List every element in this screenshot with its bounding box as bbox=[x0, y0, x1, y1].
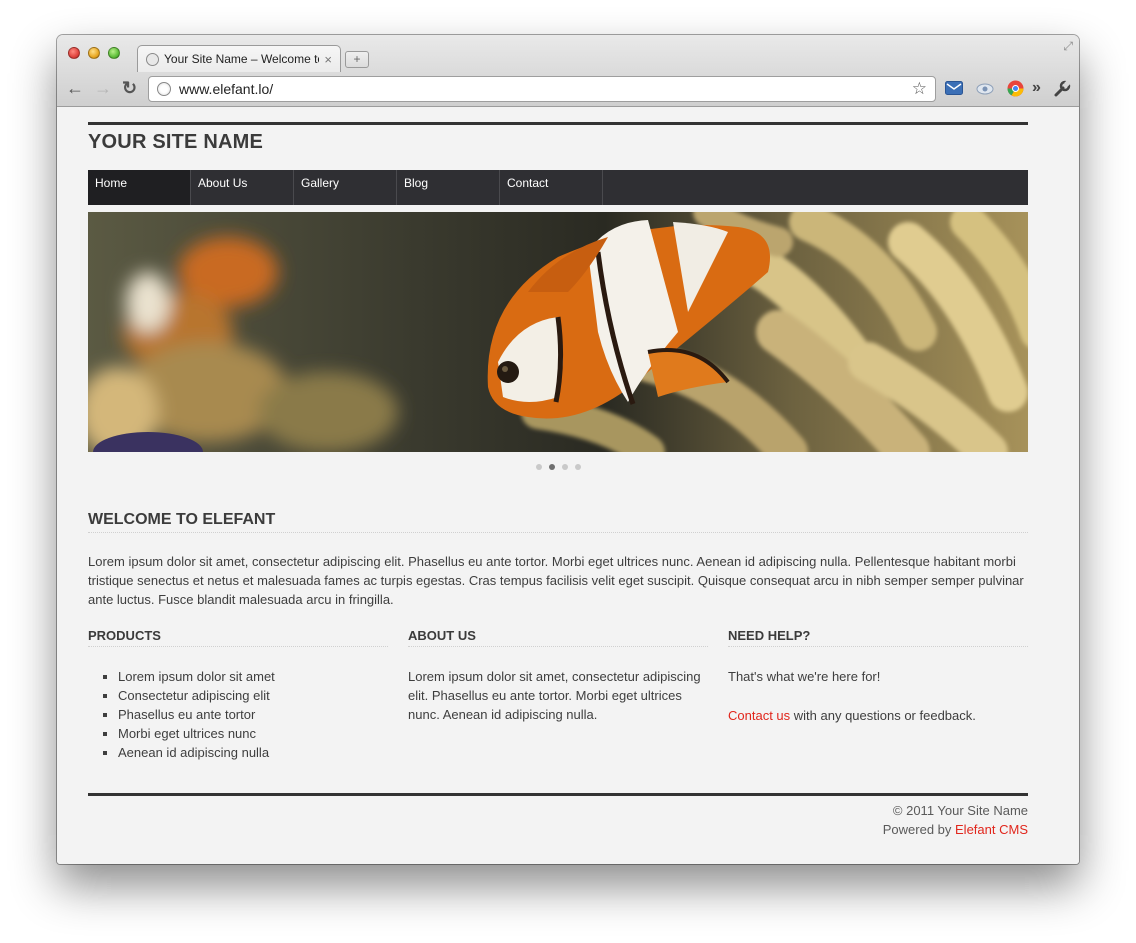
copyright-text: © 2011 Your Site Name bbox=[892, 803, 1028, 818]
main-navigation: Home About Us Gallery Blog Contact bbox=[88, 170, 1028, 205]
help-heading: NEED HELP? bbox=[728, 628, 1028, 647]
about-column: ABOUT US Lorem ipsum dolor sit amet, con… bbox=[408, 628, 708, 762]
nav-item-gallery[interactable]: Gallery bbox=[294, 170, 397, 205]
nav-item-about-us[interactable]: About Us bbox=[191, 170, 294, 205]
address-bar[interactable]: www.elefant.lo/ ☆ bbox=[148, 76, 936, 102]
welcome-text: Lorem ipsum dolor sit amet, consectetur … bbox=[88, 554, 1024, 607]
site-title[interactable]: YOUR SITE NAME bbox=[88, 131, 1028, 155]
products-column: PRODUCTS Lorem ipsum dolor sit amet Cons… bbox=[88, 628, 388, 762]
contact-us-link[interactable]: Contact us bbox=[728, 708, 790, 723]
reload-button[interactable]: ↻ bbox=[122, 79, 137, 97]
close-window-button[interactable] bbox=[68, 47, 80, 59]
new-tab-button[interactable]: + bbox=[345, 51, 369, 68]
cloud-icon[interactable] bbox=[976, 81, 994, 95]
powered-by-text: Powered by bbox=[882, 822, 956, 837]
minimize-window-button[interactable] bbox=[88, 47, 100, 59]
list-item: Phasellus eu ante tortor bbox=[118, 705, 388, 724]
page-viewport: YOUR SITE NAME Home About Us Gallery Blo… bbox=[57, 107, 1079, 864]
globe-icon bbox=[157, 82, 171, 96]
about-heading: ABOUT US bbox=[408, 628, 708, 647]
header-rule bbox=[88, 122, 1028, 125]
footer-rule bbox=[88, 793, 1028, 796]
nav-item-blog[interactable]: Blog bbox=[397, 170, 500, 205]
mail-icon[interactable] bbox=[945, 81, 963, 95]
globe-icon bbox=[146, 52, 159, 66]
extensions-overflow-button[interactable]: » bbox=[1032, 78, 1041, 98]
browser-toolbar: ← → ↻ www.elefant.lo/ ☆ » bbox=[57, 72, 1079, 107]
browser-window: Your Site Name – Welcome to × + ⤢ ← → ↻ … bbox=[57, 35, 1079, 864]
clownfish-photo bbox=[88, 212, 1028, 452]
slider-dot-4[interactable] bbox=[574, 464, 581, 470]
nav-item-contact[interactable]: Contact bbox=[500, 170, 603, 205]
help-contact-text: with any questions or feedback. bbox=[790, 708, 976, 723]
content-columns: PRODUCTS Lorem ipsum dolor sit amet Cons… bbox=[88, 628, 1028, 762]
help-text: That's what we're here for! bbox=[728, 669, 881, 684]
fullscreen-icon[interactable]: ⤢ bbox=[1063, 39, 1073, 54]
list-item: Consectetur adipiscing elit bbox=[118, 686, 388, 705]
url-text[interactable]: www.elefant.lo/ bbox=[179, 81, 904, 97]
help-contact-line: Contact us with any questions or feedbac… bbox=[728, 706, 1028, 725]
footer: © 2011 Your Site Name Powered by Elefant… bbox=[88, 801, 1028, 839]
slider-dot-3[interactable] bbox=[561, 464, 568, 470]
hero-slider-image[interactable] bbox=[88, 212, 1028, 452]
list-item: Aenean id adipiscing nulla bbox=[118, 743, 388, 762]
list-item: Lorem ipsum dolor sit amet bbox=[118, 667, 388, 686]
powered-by-line: Powered by Elefant CMS bbox=[88, 820, 1028, 839]
slider-pager bbox=[88, 452, 1028, 482]
about-text: Lorem ipsum dolor sit amet, consectetur … bbox=[408, 669, 701, 722]
bookmark-star-icon[interactable]: ☆ bbox=[912, 79, 927, 99]
elefant-cms-link[interactable]: Elefant CMS bbox=[955, 822, 1028, 837]
tab-title: Your Site Name – Welcome to bbox=[164, 52, 320, 66]
slider-dot-2[interactable] bbox=[548, 464, 555, 470]
close-tab-icon[interactable]: × bbox=[324, 52, 332, 67]
wrench-icon[interactable] bbox=[1053, 80, 1071, 98]
forward-button[interactable]: → bbox=[94, 79, 112, 97]
welcome-heading: WELCOME TO ELEFANT bbox=[88, 511, 1028, 533]
browser-chrome: Your Site Name – Welcome to × + ⤢ ← → ↻ … bbox=[57, 35, 1079, 107]
products-heading: PRODUCTS bbox=[88, 628, 388, 647]
list-item: Morbi eget ultrices nunc bbox=[118, 724, 388, 743]
zoom-window-button[interactable] bbox=[108, 47, 120, 59]
browser-tab[interactable]: Your Site Name – Welcome to × bbox=[137, 45, 341, 72]
site-container: YOUR SITE NAME Home About Us Gallery Blo… bbox=[88, 122, 1028, 837]
slider-dot-1[interactable] bbox=[535, 464, 542, 470]
chrome-icon[interactable] bbox=[1007, 80, 1024, 97]
window-controls bbox=[68, 47, 120, 59]
products-list: Lorem ipsum dolor sit amet Consectetur a… bbox=[88, 667, 388, 762]
help-column: NEED HELP? That's what we're here for! C… bbox=[728, 628, 1028, 762]
nav-item-home[interactable]: Home bbox=[88, 170, 191, 205]
back-button[interactable]: ← bbox=[66, 79, 84, 97]
